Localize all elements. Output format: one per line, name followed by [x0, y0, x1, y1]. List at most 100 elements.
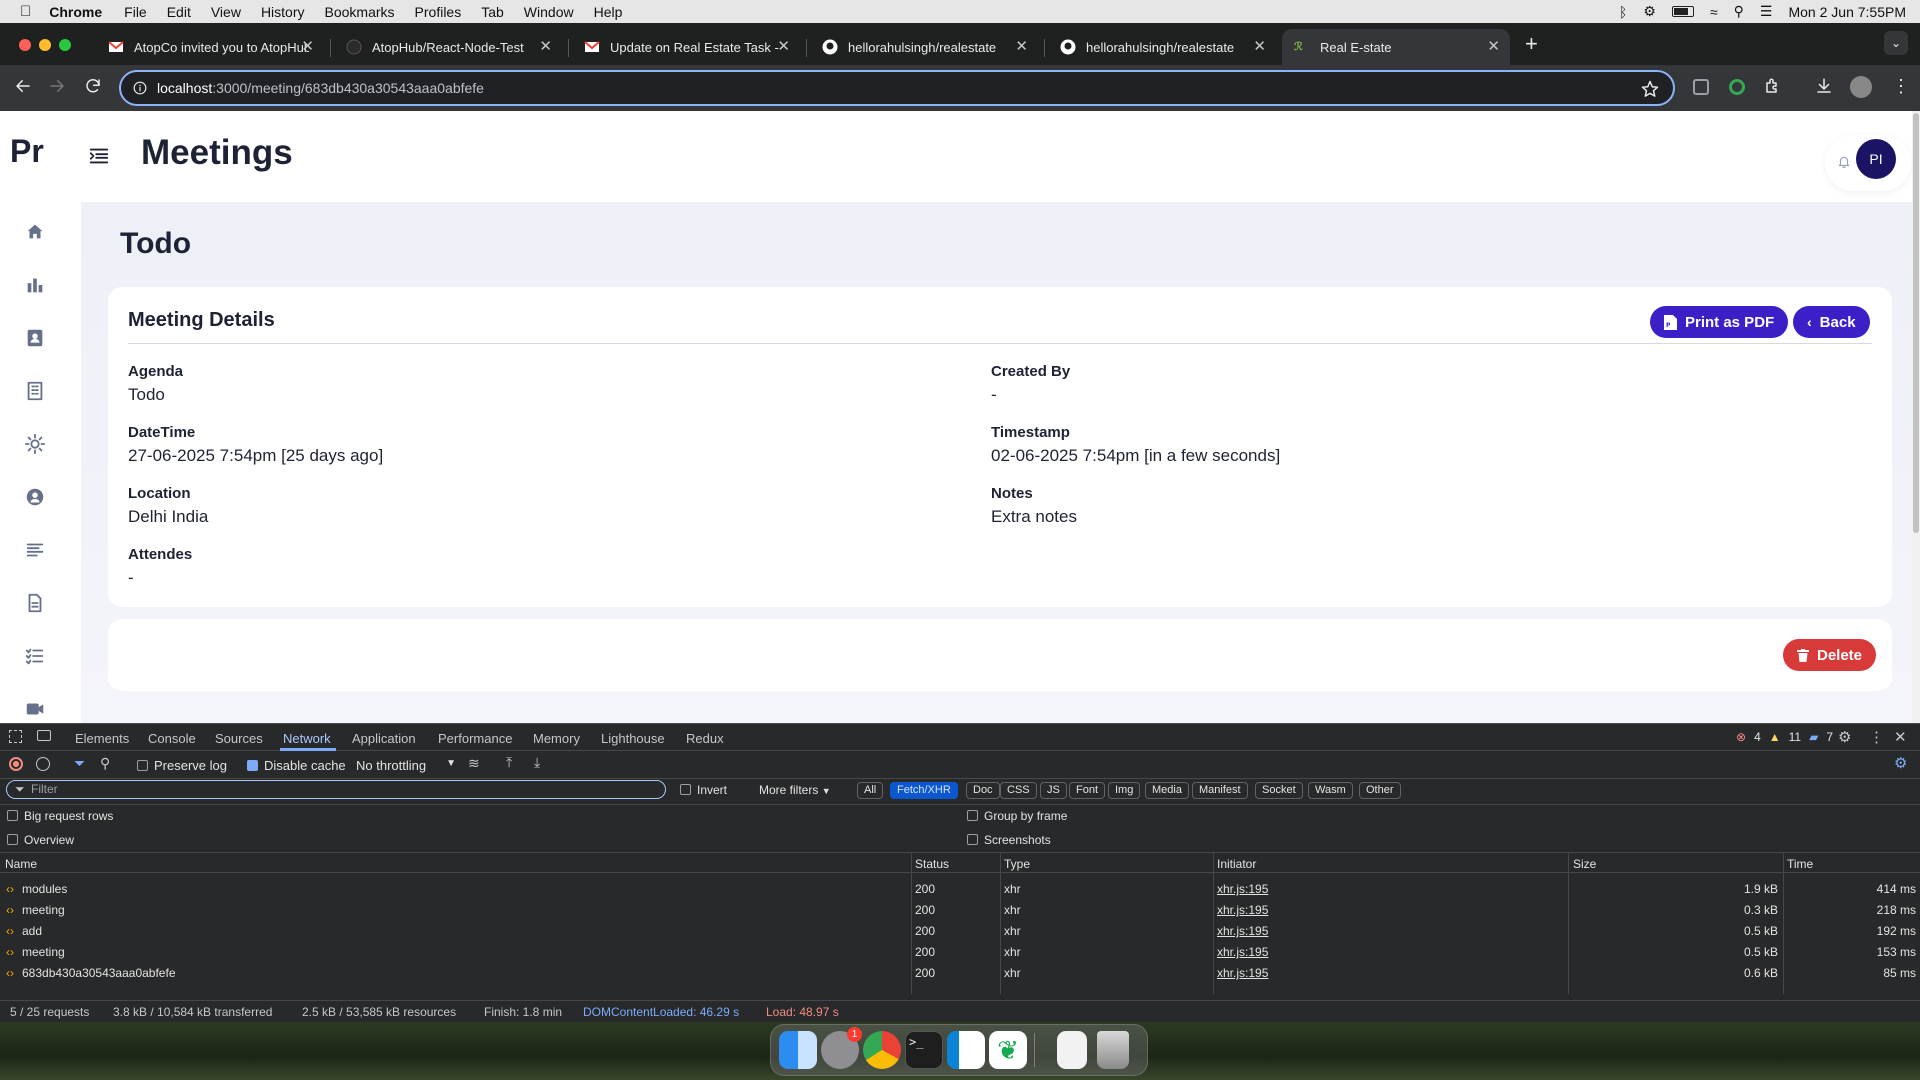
overview-checkbox[interactable]: Overview — [7, 833, 74, 847]
filter-chip-media[interactable]: Media — [1145, 782, 1189, 799]
filter-chip-js[interactable]: JS — [1040, 782, 1067, 799]
menu-app-name[interactable]: Chrome — [49, 4, 102, 20]
filter-chip-manifest[interactable]: Manifest — [1192, 782, 1248, 799]
devtools-tab-lighthouse[interactable]: Lighthouse — [601, 731, 665, 746]
filter-chip-doc[interactable]: Doc — [966, 782, 1000, 799]
delete-button[interactable]: Delete — [1783, 639, 1877, 671]
back-button[interactable]: ‹ Back — [1793, 306, 1870, 338]
document-icon[interactable] — [24, 592, 46, 614]
lightbulb-icon[interactable] — [24, 433, 46, 455]
profile-icon[interactable] — [1850, 76, 1872, 98]
table-row[interactable]: ‹› add 200 xhr xhr.js:195 0.5 kB 192 ms — [0, 921, 1920, 942]
request-initiator-link[interactable]: xhr.js:195 — [1217, 942, 1268, 963]
extension-icon-1[interactable] — [1693, 79, 1709, 95]
request-initiator-link[interactable]: xhr.js:195 — [1217, 921, 1268, 942]
close-tab-icon[interactable]: ✕ — [301, 39, 314, 55]
control-center-icon[interactable]: ☰ — [1760, 3, 1773, 20]
chrome-icon[interactable] — [863, 1031, 901, 1069]
device-toolbar-icon[interactable] — [37, 730, 51, 741]
browser-tab-3[interactable]: Update on Real Estate Task - ✕ — [572, 29, 800, 65]
close-tab-icon[interactable]: ✕ — [777, 39, 790, 55]
contacts-icon[interactable] — [24, 327, 46, 349]
clear-log-icon[interactable] — [36, 757, 50, 771]
new-tab-icon[interactable]: + — [1525, 31, 1538, 57]
close-tab-icon[interactable]: ✕ — [1253, 39, 1266, 55]
battery-icon[interactable] — [1671, 6, 1694, 17]
minimize-window-button[interactable] — [39, 39, 51, 51]
chrome-menu-icon[interactable]: ⋮ — [1892, 76, 1910, 96]
search-icon[interactable]: ⚲ — [100, 755, 110, 772]
close-window-button[interactable] — [19, 39, 31, 51]
record-stop-icon[interactable] — [9, 757, 23, 771]
extensions-puzzle-icon[interactable] — [1764, 77, 1782, 95]
address-bar[interactable]: localhost:3000/meeting/683db430a30543aaa… — [119, 70, 1675, 106]
disable-cache-checkbox[interactable]: Disable cache — [247, 758, 346, 773]
page-scroll-thumb[interactable] — [1913, 113, 1919, 533]
browser-tab-2[interactable]: AtopHub/React-Node-Test ✕ — [334, 29, 562, 65]
finder-icon[interactable] — [779, 1031, 817, 1069]
terminal-icon[interactable]: >_ — [905, 1031, 943, 1069]
forward-nav-icon[interactable] — [48, 77, 66, 95]
menu-tab[interactable]: Tab — [481, 4, 504, 20]
request-initiator-link[interactable]: xhr.js:195 — [1217, 963, 1268, 984]
devtools-tab-redux[interactable]: Redux — [686, 731, 724, 746]
control-icon[interactable]: ⚙ — [1643, 3, 1656, 20]
table-row[interactable]: ‹› 683db430a30543aaa0abfefe 200 xhr xhr.… — [0, 963, 1920, 984]
devtools-tab-network[interactable]: Network — [283, 731, 331, 746]
devtools-tab-application[interactable]: Application — [352, 731, 416, 746]
devtools-more-icon[interactable]: ⋮ — [1869, 728, 1884, 746]
lines-icon[interactable] — [24, 539, 46, 561]
vscode-icon[interactable] — [947, 1031, 985, 1069]
menu-history[interactable]: History — [261, 4, 305, 20]
filter-chip-font[interactable]: Font — [1069, 782, 1106, 799]
browser-tab-1[interactable]: AtopCo invited you to AtopHub ✕ — [96, 29, 324, 65]
column-name[interactable]: Name — [5, 857, 37, 871]
network-conditions-icon[interactable]: ≋ — [468, 755, 480, 772]
table-row[interactable]: ‹› meeting 200 xhr xhr.js:195 0.5 kB 153… — [0, 942, 1920, 963]
download-icon[interactable] — [1815, 77, 1833, 95]
tab-search-icon[interactable]: ⌄ — [1884, 31, 1908, 55]
request-initiator-link[interactable]: xhr.js:195 — [1217, 879, 1268, 900]
throttling-select[interactable]: No throttling ▼ — [356, 758, 456, 773]
table-row[interactable]: ‹› meeting 200 xhr xhr.js:195 0.3 kB 218… — [0, 900, 1920, 921]
request-initiator-link[interactable]: xhr.js:195 — [1217, 900, 1268, 921]
column-status[interactable]: Status — [915, 857, 949, 871]
video-icon[interactable] — [24, 698, 46, 720]
menu-clock[interactable]: Mon 2 Jun 7:55PM — [1788, 4, 1906, 20]
menu-bookmarks[interactable]: Bookmarks — [325, 4, 395, 20]
more-filters-dropdown[interactable]: More filters ▼ — [759, 783, 831, 797]
devtools-tab-console[interactable]: Console — [148, 731, 196, 746]
user-avatar[interactable]: PI — [1856, 139, 1896, 179]
devtools-tab-elements[interactable]: Elements — [75, 731, 129, 746]
big-request-rows-checkbox[interactable]: Big request rows — [7, 809, 113, 823]
menu-profiles[interactable]: Profiles — [415, 4, 462, 20]
inspect-element-icon[interactable] — [9, 730, 22, 743]
devtools-close-icon[interactable]: ✕ — [1894, 728, 1907, 746]
browser-tab-6[interactable]: ℛ Real E-state ✕ — [1282, 29, 1510, 65]
table-row[interactable]: ‹› modules 200 xhr xhr.js:195 1.9 kB 414… — [0, 879, 1920, 900]
filter-chip-all[interactable]: All — [857, 782, 884, 799]
zoom-window-button[interactable] — [59, 39, 71, 51]
menu-file[interactable]: File — [124, 4, 147, 20]
devtools-tab-performance[interactable]: Performance — [438, 731, 512, 746]
menu-window[interactable]: Window — [524, 4, 574, 20]
invert-checkbox[interactable]: Invert — [680, 783, 727, 797]
screenshots-checkbox[interactable]: Screenshots — [967, 833, 1051, 847]
notification-bell-icon[interactable] — [1837, 155, 1851, 169]
column-initiator[interactable]: Initiator — [1217, 857, 1256, 871]
filter-chip-other[interactable]: Other — [1359, 782, 1401, 799]
column-time[interactable]: Time — [1787, 857, 1813, 871]
spotlight-icon[interactable]: ⚲ — [1734, 3, 1744, 20]
export-har-icon[interactable]: ⤓ — [534, 754, 540, 771]
browser-tab-4[interactable]: hellorahulsingh/realestate ✕ — [810, 29, 1038, 65]
extension-icon-2[interactable] — [1729, 79, 1745, 95]
close-tab-icon[interactable]: ✕ — [1487, 39, 1500, 55]
devtools-tab-sources[interactable]: Sources — [215, 731, 263, 746]
building-icon[interactable] — [24, 380, 46, 402]
group-by-frame-checkbox[interactable]: Group by frame — [967, 809, 1067, 823]
home-icon[interactable] — [24, 221, 46, 243]
menu-help[interactable]: Help — [594, 4, 623, 20]
column-size[interactable]: Size — [1573, 857, 1596, 871]
filter-chip-socket[interactable]: Socket — [1255, 782, 1303, 799]
filter-chip-fetch-xhr[interactable]: Fetch/XHR — [890, 782, 958, 799]
